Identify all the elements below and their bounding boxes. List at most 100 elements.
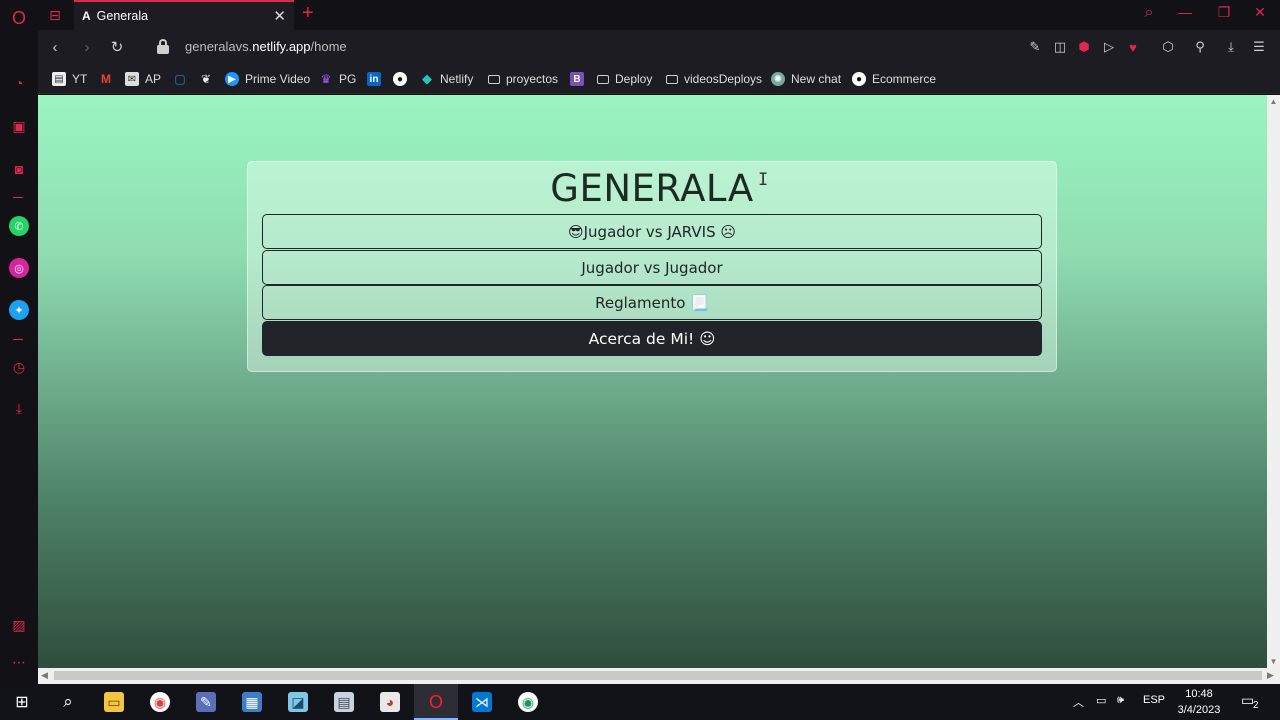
speed-dial-icon[interactable]: ◔ — [9, 73, 29, 93]
forward-icon[interactable]: › — [78, 38, 96, 56]
paint-icon[interactable]: ✎ — [196, 692, 216, 712]
gmail-icon: M — [101, 72, 111, 86]
clock-date: 3/4/2023 — [1177, 704, 1221, 716]
heart-icon[interactable]: ♥ — [1124, 38, 1142, 56]
tab-title: Generala — [96, 9, 149, 23]
bookmark-bootstrap[interactable]: B — [570, 71, 590, 87]
bookmark-tv[interactable]: ▢ — [173, 71, 193, 87]
acerca-de-mi-button[interactable]: Acerca de Mi! ☺ — [262, 321, 1042, 356]
calculator-icon[interactable]: ▦ — [242, 692, 262, 712]
bookmark-new-chat[interactable]: ✺ New chat — [771, 71, 841, 87]
folder-icon — [488, 74, 500, 84]
scrollbar-thumb[interactable] — [54, 671, 1262, 680]
page-title: GENERALA — [550, 167, 754, 210]
chrome-profile-icon[interactable]: ◉ — [518, 692, 538, 712]
menu-card: GENERALA I 😎Jugador vs JARVIS ☹ Jugador … — [247, 161, 1057, 372]
bookmark-ap[interactable]: ✉ AP — [125, 71, 161, 87]
twitch-icon[interactable]: ▣ — [9, 116, 29, 136]
bookmark-folder-proyectos[interactable]: proyectos — [488, 71, 558, 87]
lock-icon[interactable] — [156, 39, 170, 55]
tab-menu-icon[interactable]: ⊟ — [46, 6, 64, 24]
github-icon: ● — [852, 72, 866, 86]
twitter-icon[interactable]: ✦ — [9, 300, 29, 320]
search-tabs-icon[interactable]: ⌕ — [1138, 4, 1160, 22]
folder-icon — [597, 74, 609, 84]
linkedin-icon: in — [367, 72, 381, 86]
tv-icon: ▢ — [174, 72, 186, 86]
close-window-icon[interactable]: ✕ — [1249, 4, 1271, 21]
instagram-alt-icon[interactable]: ◙ — [9, 159, 29, 179]
opera-icon[interactable]: O — [426, 692, 446, 712]
snapshot-icon[interactable]: ◫ — [1051, 38, 1069, 56]
mail-icon: ✉ — [125, 72, 139, 86]
volume-icon[interactable]: 🕪 — [1117, 694, 1124, 707]
bookmark-fox[interactable]: ❦ — [199, 71, 219, 87]
jugador-vs-jarvis-button[interactable]: 😎Jugador vs JARVIS ☹ — [262, 214, 1042, 249]
opera-logo-icon[interactable]: O — [9, 8, 29, 28]
bookmark-github[interactable]: ● — [393, 71, 413, 87]
file-explorer-icon[interactable]: ▭ — [104, 692, 124, 712]
bookmark-folder-videosdeploys[interactable]: videosDeploys — [666, 71, 762, 87]
new-tab-icon[interactable]: + — [302, 2, 314, 25]
search-icon[interactable]: ⌕ — [58, 692, 78, 712]
notification-count: 2 — [1253, 700, 1259, 711]
language-indicator[interactable]: ESP — [1143, 694, 1165, 706]
vscode-icon[interactable]: ⋊ — [472, 692, 492, 712]
gallery-icon[interactable]: ▨ — [9, 615, 29, 635]
bookmark-netlify[interactable]: ◆ Netlify — [420, 71, 473, 87]
taskbar: ⊞ ⌕ ▭ ◉ ✎ ▦ ◪ ▤ ◕ O ⋊ ◉ ︿ ▭ 🕪 ESP 10:48 … — [0, 684, 1280, 720]
windows-start-icon[interactable]: ⊞ — [12, 692, 32, 712]
instagram-icon[interactable]: ◎ — [9, 258, 29, 278]
bookmark-linkedin[interactable]: in — [367, 71, 387, 87]
downloads-icon[interactable]: ⤓ — [9, 398, 29, 418]
reload-icon[interactable]: ↻ — [108, 38, 126, 56]
bookmark-folder-deploy[interactable]: Deploy — [597, 71, 652, 87]
tab-generala[interactable]: A Generala ✕ — [74, 0, 294, 30]
tray-chevron-icon[interactable]: ︿ — [1073, 694, 1084, 710]
share-icon[interactable]: ✎ — [1026, 38, 1044, 56]
clock[interactable]: 10:48 3/4/2023 — [1168, 686, 1230, 718]
page-icon: ▤ — [52, 72, 66, 86]
scroll-left-icon[interactable]: ◀ — [41, 670, 48, 681]
tab-close-icon[interactable]: ✕ — [273, 7, 286, 25]
chatgpt-icon: ✺ — [771, 72, 785, 86]
adblock-icon[interactable]: ⬢ — [1075, 38, 1093, 56]
fox-icon: ❦ — [200, 72, 212, 86]
bookmark-yt[interactable]: ▤ YT — [52, 71, 87, 87]
bookmark-ecommerce[interactable]: ● Ecommerce — [852, 71, 936, 87]
minimize-icon[interactable]: — — [1174, 4, 1196, 20]
easy-setup-icon[interactable]: ☰ — [1250, 38, 1268, 56]
bookmark-gmail[interactable]: M — [99, 71, 119, 87]
sidebar-divider — [13, 197, 23, 198]
bookmarks-bar: ▤ YT M ✉ AP ▢ ❦ ▶ Prime Video ♛ PG in ● ◆ Net… — [38, 64, 1280, 94]
download-icon[interactable]: ⤓ — [1222, 38, 1240, 56]
app-icon[interactable]: ◕ — [380, 692, 400, 712]
text-cursor: I — [758, 170, 769, 190]
history-icon[interactable]: ◷ — [9, 357, 29, 377]
scroll-up-icon[interactable]: ▲ — [1267, 95, 1280, 108]
scroll-right-icon[interactable]: ▶ — [1267, 670, 1274, 681]
notes-icon[interactable]: ◪ — [288, 692, 308, 712]
whatsapp-icon[interactable]: ✆ — [9, 216, 29, 236]
send-icon[interactable]: ▷ — [1100, 38, 1118, 56]
network-icon[interactable]: ▭ — [1096, 694, 1106, 707]
more-icon[interactable]: ⋯ — [9, 652, 29, 672]
url-field[interactable]: generalavs.netlify.app/home — [185, 39, 347, 54]
vertical-scrollbar[interactable]: ▲ ▼ — [1267, 95, 1280, 668]
extensions-icon[interactable]: ⬡ — [1159, 38, 1177, 56]
jugador-vs-jugador-button[interactable]: Jugador vs Jugador — [262, 250, 1042, 285]
restore-icon[interactable]: ❐ — [1213, 4, 1235, 21]
clock-time: 10:48 — [1185, 688, 1213, 700]
prime-icon: ▶ — [225, 72, 239, 86]
bootstrap-icon: B — [570, 72, 584, 86]
crown-icon: ♛ — [320, 72, 332, 86]
reglamento-button[interactable]: Reglamento 📃 — [262, 285, 1042, 320]
back-icon[interactable]: ‹ — [46, 38, 64, 56]
bookmark-prime-video[interactable]: ▶ Prime Video — [225, 71, 310, 87]
scroll-down-icon[interactable]: ▼ — [1267, 655, 1280, 668]
storage-icon[interactable]: ▤ — [334, 692, 354, 712]
bookmark-pg[interactable]: ♛ PG — [319, 71, 357, 87]
profile-icon[interactable]: ⚲ — [1191, 38, 1209, 56]
horizontal-scrollbar[interactable]: ◀ ▶ — [38, 668, 1280, 684]
chrome-icon[interactable]: ◉ — [150, 692, 170, 712]
